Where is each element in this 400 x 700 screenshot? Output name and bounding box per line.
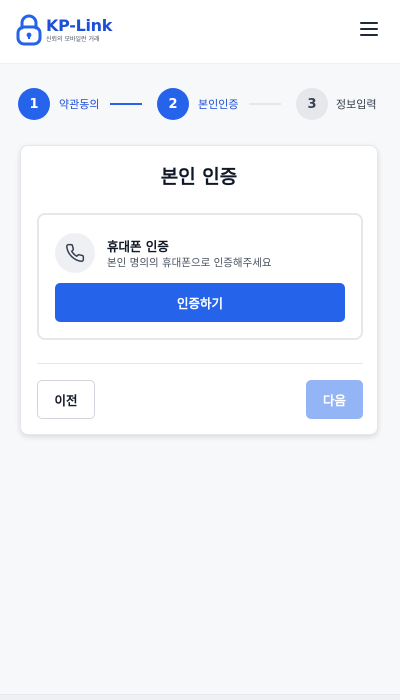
step-1-circle: 1	[18, 88, 50, 120]
step-connector-1	[110, 103, 142, 105]
phone-icon-badge	[55, 233, 95, 273]
card-title: 본인 인증	[160, 166, 238, 188]
step-3-circle: 3	[296, 88, 328, 120]
hamburger-menu-icon[interactable]	[360, 20, 380, 38]
step-connector-2	[249, 103, 281, 105]
logo-subtitle: 신뢰의 모바일런 거래	[46, 35, 100, 43]
step-2-label: 본인인증	[198, 98, 239, 111]
phone-icon	[66, 243, 85, 263]
step-3-label: 정보입력	[336, 98, 377, 111]
card-divider	[37, 363, 363, 364]
lock-icon	[16, 14, 42, 46]
step-1-label: 약관동의	[59, 98, 100, 111]
phone-verification-description: 본인 명의의 휴대폰으로 인증해주세요	[107, 257, 272, 269]
verify-button[interactable]: 인증하기	[55, 283, 345, 322]
app-header: KP-Link 신뢰의 모바일런 거래	[0, 0, 400, 64]
phone-verification-option: 휴대폰 인증 본인 명의의 휴대폰으로 인증해주세요 인증하기	[37, 213, 363, 340]
next-button[interactable]: 다음	[306, 380, 363, 419]
phone-verification-title: 휴대폰 인증	[107, 239, 169, 254]
logo[interactable]: KP-Link 신뢰의 모바일런 거래	[16, 14, 112, 46]
previous-button[interactable]: 이전	[37, 380, 95, 419]
logo-title: KP-Link	[46, 15, 113, 35]
step-2-circle: 2	[157, 88, 189, 120]
verification-card: 본인 인증 휴대폰 인증 본인 명의의 휴대폰으로 인증해주세요 인증하기 이전…	[20, 145, 378, 435]
bottom-edge	[0, 694, 400, 700]
progress-stepper: 1 약관동의 2 본인인증 3 정보입력	[18, 88, 382, 120]
